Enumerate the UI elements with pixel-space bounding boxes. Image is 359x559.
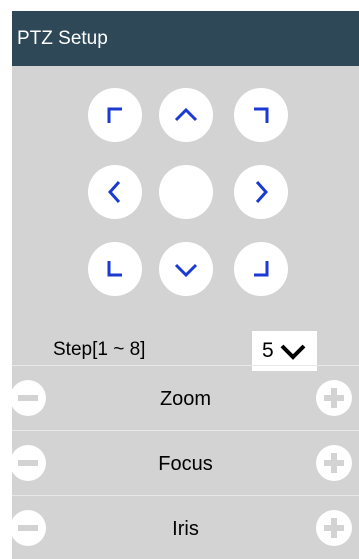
focus-far-button[interactable]: [316, 445, 352, 481]
corner-down-left-icon: [107, 261, 122, 277]
ptz-up-button[interactable]: [159, 88, 213, 142]
panel-header: PTZ Setup: [12, 11, 359, 66]
ptz-down-right-button[interactable]: [234, 242, 288, 296]
zoom-label: Zoom: [159, 388, 212, 410]
ptz-right-button[interactable]: [234, 165, 288, 219]
chevron-down-icon: [174, 263, 198, 278]
chevron-up-icon: [174, 107, 198, 122]
chevron-left-icon: [107, 180, 121, 204]
iris-row: Iris: [12, 495, 359, 559]
chevron-right-icon: [255, 180, 269, 204]
ptz-up-right-button[interactable]: [234, 88, 288, 142]
zoom-in-button[interactable]: [316, 380, 352, 416]
ptz-center-button[interactable]: [159, 165, 213, 219]
panel-title: PTZ Setup: [17, 27, 108, 49]
focus-label: Focus: [158, 453, 213, 475]
step-value: 5: [262, 339, 274, 362]
step-label: Step[1 ~ 8]: [53, 339, 146, 360]
ptz-down-button[interactable]: [159, 242, 213, 296]
zoom-row: Zoom: [12, 365, 359, 430]
ptz-up-left-button[interactable]: [88, 88, 142, 142]
corner-up-left-icon: [107, 107, 122, 123]
iris-label: Iris: [172, 518, 199, 540]
corner-up-right-icon: [254, 107, 269, 123]
ptz-direction-pad: [12, 66, 359, 326]
corner-down-right-icon: [254, 261, 269, 277]
ptz-setup-panel: PTZ Setup Step[1 ~ 8] 5 Zoom Focus Iris: [12, 11, 359, 559]
ptz-down-left-button[interactable]: [88, 242, 142, 296]
iris-open-button[interactable]: [316, 510, 352, 546]
ptz-left-button[interactable]: [88, 165, 142, 219]
chevron-down-icon: [280, 344, 306, 360]
focus-row: Focus: [12, 430, 359, 495]
